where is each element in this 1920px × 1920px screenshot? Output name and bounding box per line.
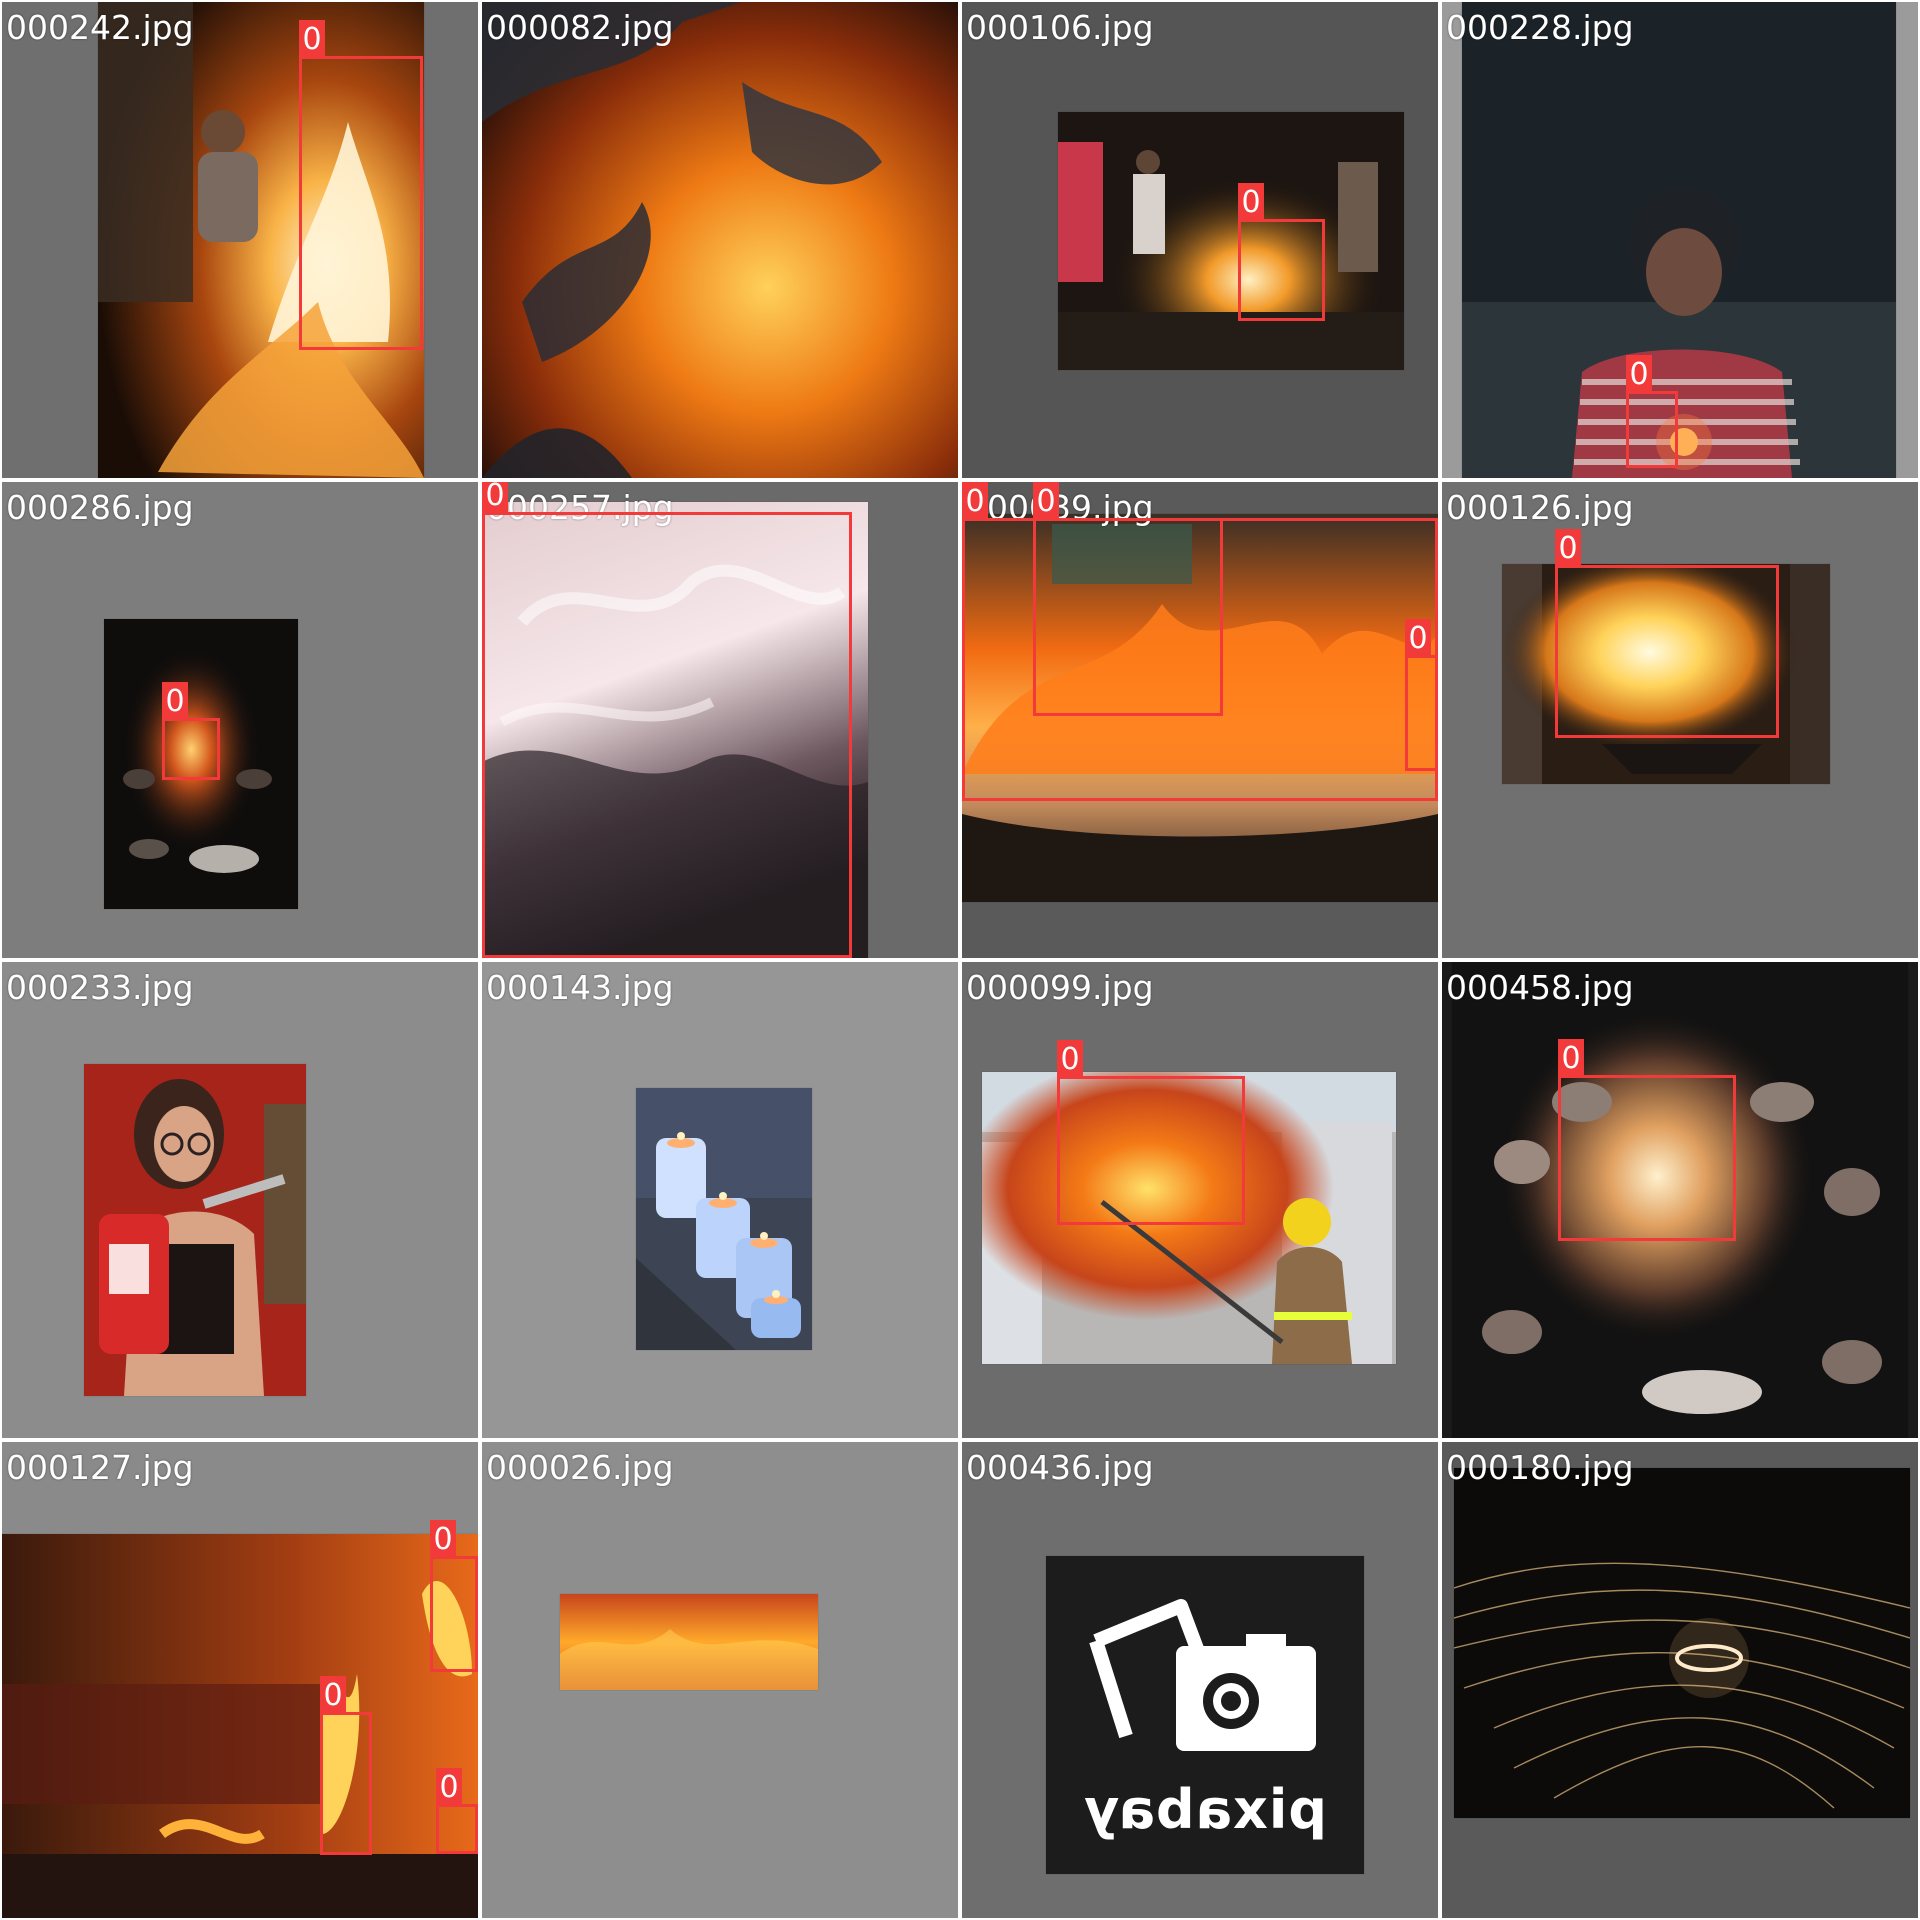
filename-label: 000242.jpg	[6, 8, 194, 47]
detection-box[interactable]: 0	[320, 1676, 372, 1855]
detection-box[interactable]: 0	[1405, 619, 1438, 771]
detection-box[interactable]: 0	[162, 682, 220, 780]
filename-label: 000127.jpg	[6, 1448, 194, 1487]
photo	[1454, 1468, 1910, 1818]
tile-000127[interactable]: 000127.jpg 0 0 0	[0, 1440, 480, 1920]
detection-box[interactable]: 0	[1555, 529, 1779, 738]
detection-box[interactable]: 0	[1238, 183, 1325, 321]
tile-000026[interactable]: 000026.jpg	[480, 1440, 960, 1920]
class-label: 0	[962, 482, 988, 519]
class-label: 0	[1555, 529, 1581, 566]
class-label: 0	[1057, 1040, 1083, 1077]
class-label: 0	[1558, 1039, 1584, 1076]
tile-000257[interactable]: 000257.jpg 0	[480, 480, 960, 960]
tile-000126[interactable]: 000126.jpg 0	[1440, 480, 1920, 960]
tile-000458[interactable]: 000458.jpg 0	[1440, 960, 1920, 1440]
detection-mosaic: 000242.jpg 0 000082.jpg 000106.jpg 0 000…	[0, 0, 1920, 1920]
detection-box[interactable]: 0	[436, 1768, 478, 1854]
photo	[482, 2, 958, 478]
filename-label: 000233.jpg	[6, 968, 194, 1007]
detection-box[interactable]: 0	[299, 20, 423, 350]
logo-text: pixabay	[1082, 1778, 1328, 1841]
tile-000106[interactable]: 000106.jpg 0	[960, 0, 1440, 480]
tile-000242[interactable]: 000242.jpg 0	[0, 0, 480, 480]
tile-000233[interactable]: 000233.jpg	[0, 960, 480, 1440]
class-label: 0	[1626, 355, 1652, 392]
photo	[1462, 2, 1896, 478]
class-label: 0	[320, 1676, 346, 1713]
class-label: 0	[430, 1520, 456, 1557]
filename-label: 000228.jpg	[1446, 8, 1634, 47]
tile-000039[interactable]: 000039.jpg 0 0 0	[960, 480, 1440, 960]
tile-000082[interactable]: 000082.jpg	[480, 0, 960, 480]
photo	[1058, 112, 1404, 370]
filename-label: 000180.jpg	[1446, 1448, 1634, 1487]
photo	[560, 1594, 818, 1690]
detection-box[interactable]: 0	[430, 1520, 478, 1672]
filename-label: 000026.jpg	[486, 1448, 674, 1487]
filename-label: 000286.jpg	[6, 488, 194, 527]
tile-000143[interactable]: 000143.jpg	[480, 960, 960, 1440]
detection-box[interactable]: 0	[482, 482, 852, 958]
detection-box[interactable]: 0	[1033, 482, 1223, 716]
filename-label: 000082.jpg	[486, 8, 674, 47]
tile-000286[interactable]: 000286.jpg 0	[0, 480, 480, 960]
class-label: 0	[299, 20, 325, 57]
filename-label: 000099.jpg	[966, 968, 1154, 1007]
class-label: 0	[1238, 183, 1264, 220]
class-label: 0	[162, 682, 188, 719]
photo	[84, 1064, 306, 1396]
tile-000228[interactable]: 000228.jpg 0	[1440, 0, 1920, 480]
class-label: 0	[1405, 619, 1431, 656]
class-label: 0	[1033, 482, 1059, 519]
class-label: 0	[436, 1768, 462, 1805]
detection-box[interactable]: 0	[1626, 355, 1678, 468]
detection-box[interactable]: 0	[1558, 1039, 1736, 1241]
filename-label: 000143.jpg	[486, 968, 674, 1007]
photo	[636, 1088, 812, 1350]
filename-label: 000436.jpg	[966, 1448, 1154, 1487]
tile-000099[interactable]: 000099.jpg 0	[960, 960, 1440, 1440]
photo: pixabay	[1046, 1556, 1364, 1874]
filename-label: 000458.jpg	[1446, 968, 1634, 1007]
filename-label: 000126.jpg	[1446, 488, 1634, 527]
tile-000180[interactable]: 000180.jpg	[1440, 1440, 1920, 1920]
class-label: 0	[482, 482, 508, 513]
detection-box[interactable]: 0	[1057, 1040, 1245, 1225]
photo	[2, 1534, 478, 1918]
filename-label: 000106.jpg	[966, 8, 1154, 47]
tile-000436[interactable]: pixabay 000436.jpg	[960, 1440, 1440, 1920]
